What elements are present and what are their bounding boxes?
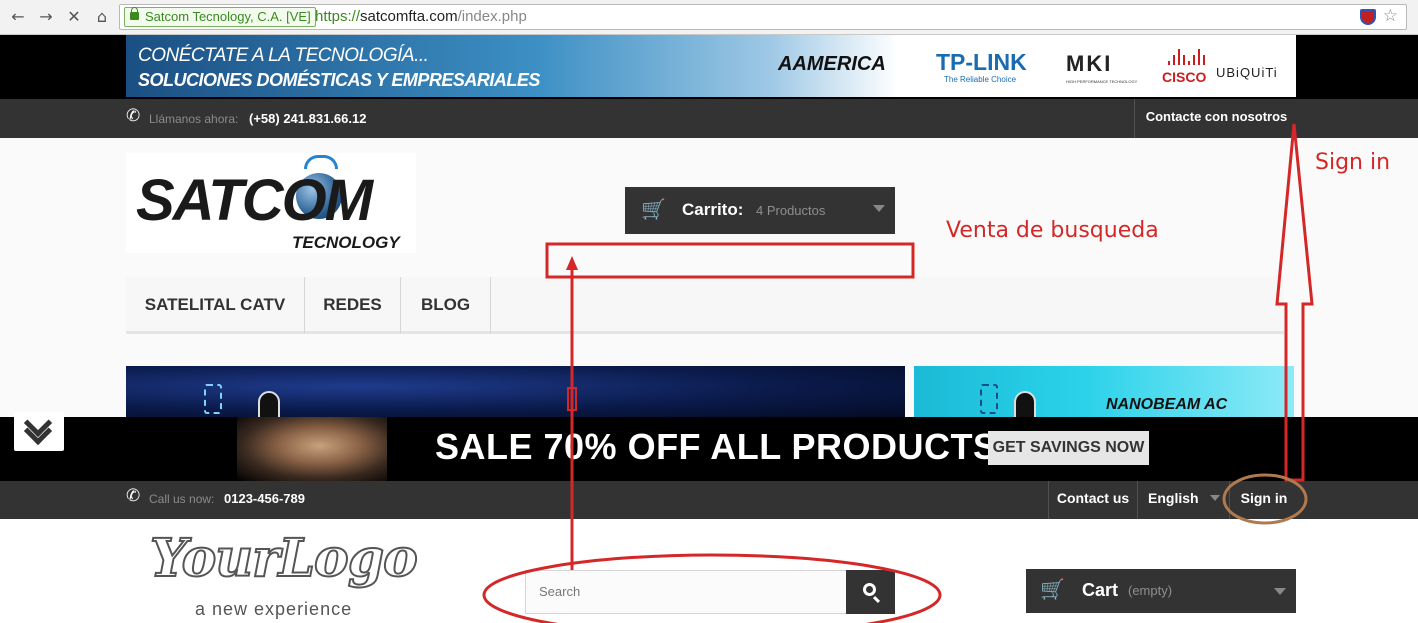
menu-item-redes[interactable]: REDES: [305, 277, 401, 333]
contact-us-link[interactable]: Contact us: [1048, 481, 1137, 519]
mki-logo: MKI: [1066, 51, 1113, 76]
annotation-search: Venta de busqueda: [946, 218, 1159, 243]
annotation-sign-in: Sign in: [1315, 150, 1391, 175]
slider-caption: NANOBEAM AC: [1106, 396, 1228, 413]
ev-certificate-name: Satcom Tecnology, C.A. [VE]: [145, 9, 311, 24]
phone-icon: ✆: [126, 106, 141, 126]
address-bar[interactable]: Satcom Tecnology, C.A. [VE] https://satc…: [119, 4, 1407, 30]
chevron-down-icon: [1274, 588, 1286, 595]
tplink-logo: TP-LINK: [936, 49, 1027, 75]
back-icon[interactable]: ←: [8, 7, 28, 27]
yourlogo-wordmark[interactable]: YourLogo: [149, 527, 419, 590]
search-placeholder: Search: [539, 584, 581, 599]
cart-label: Carrito:: [682, 200, 744, 219]
live-main-menu: SATELITAL CATV REDES BLOG: [126, 277, 1284, 334]
antenna-image: [1014, 391, 1036, 417]
brands-banner[interactable]: CONÉCTATE A LA TECNOLOGÍA... SOLUCIONES …: [126, 35, 1296, 97]
slider-left-image[interactable]: [126, 366, 905, 417]
logo-wordmark: SATCOM: [136, 168, 373, 233]
cisco-bars-icon: [1168, 49, 1205, 65]
url-host: satcomfta.com: [360, 8, 458, 25]
lock-icon: [130, 7, 139, 20]
screenshot-root: ← → ✕ ⌂ Satcom Tecnology, C.A. [VE] http…: [0, 0, 1418, 623]
cart-icon: 🛒: [641, 197, 666, 221]
mki-slogan: HIGH PERFORMANCE TECHNOLOGY: [1066, 79, 1138, 84]
bookmark-star-icon[interactable]: ☆: [1383, 6, 1398, 26]
banner-tagline-1: CONÉCTATE A LA TECNOLOGÍA...: [138, 45, 429, 66]
cart-count: (empty): [1128, 583, 1173, 598]
sale-headline: SALE 70% OFF ALL PRODUCTS: [435, 426, 998, 467]
phone-number: 0123-456-789: [224, 491, 305, 506]
browser-toolbar: ← → ✕ ⌂ Satcom Tecnology, C.A. [VE] http…: [0, 0, 1418, 35]
phone-icon: ✆: [126, 486, 141, 506]
call-label: Llámanos ahora:: [149, 112, 239, 126]
banner-tagline-2: SOLUCIONES DOMÉSTICAS Y EMPRESARIALES: [138, 70, 540, 90]
logo-subtitle: TECNOLOGY: [292, 233, 400, 252]
home-icon[interactable]: ⌂: [92, 7, 112, 27]
device-icon: [980, 384, 998, 414]
get-savings-button[interactable]: GET SAVINGS NOW: [988, 431, 1149, 465]
cart-count: 4 Productos: [756, 203, 826, 218]
chevron-down-icon: [873, 205, 885, 212]
sign-in-link[interactable]: Sign in: [1229, 481, 1298, 519]
url-text[interactable]: https://satcomfta.com/index.php: [315, 8, 527, 25]
tplink-slogan: The Reliable Choice: [944, 75, 1017, 84]
phone-number: (+58) 241.831.66.12: [249, 111, 367, 126]
search-button[interactable]: [846, 570, 895, 614]
antenna-image: [258, 391, 280, 417]
ubiquiti-logo: UBiQUiTi: [1216, 65, 1278, 80]
sale-model-image: [237, 417, 387, 481]
chevron-down-icon: [1210, 495, 1220, 501]
logo-tagline: a new experience: [195, 599, 353, 619]
stop-icon[interactable]: ✕: [64, 7, 84, 27]
satcom-logo[interactable]: SATCOM TECNOLOGY: [126, 153, 416, 253]
slider-right-image[interactable]: NANOBEAM AC: [914, 366, 1294, 417]
shield-extension-icon[interactable]: [1360, 9, 1376, 25]
call-label: Call us now:: [149, 492, 215, 506]
cart-label: Cart: [1082, 580, 1119, 600]
cisco-logo: CISCO: [1162, 69, 1207, 85]
menu-item-satelital-catv[interactable]: SATELITAL CATV: [126, 277, 305, 333]
collapse-toggle-button[interactable]: [14, 408, 64, 451]
contact-link[interactable]: Contacte con nosotros: [1134, 99, 1298, 138]
live-cart-button[interactable]: 🛒 Carrito: 4 Productos: [625, 187, 895, 234]
search-input[interactable]: Search: [525, 570, 847, 614]
device-icon: [204, 384, 222, 414]
url-path: /index.php: [457, 8, 527, 25]
cart-icon: 🛒: [1040, 577, 1065, 601]
url-scheme: https://: [315, 8, 361, 25]
ev-certificate-badge[interactable]: Satcom Tecnology, C.A. [VE]: [124, 7, 316, 27]
menu-item-blog[interactable]: BLOG: [401, 277, 491, 333]
forward-icon[interactable]: →: [36, 7, 56, 27]
search-icon: [863, 583, 876, 596]
aamerica-logo: AAMERICA: [778, 53, 886, 75]
theme-cart-button[interactable]: 🛒 Cart (empty): [1026, 569, 1296, 613]
